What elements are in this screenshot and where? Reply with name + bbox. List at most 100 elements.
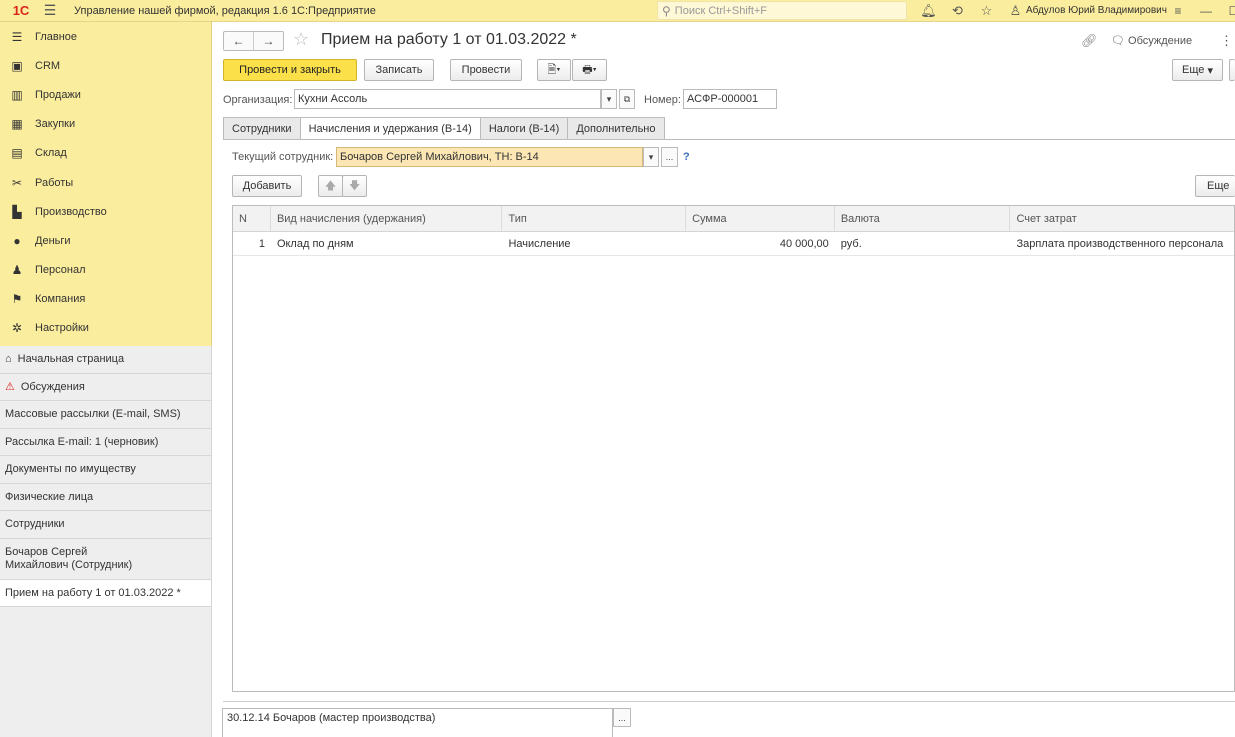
section-personnel[interactable]: ♟ Персонал — [0, 256, 211, 285]
open-window-label: Рассылка E-mail: 1 (черновик) — [5, 435, 159, 448]
open-window-individuals[interactable]: Физические лица — [0, 484, 211, 511]
open-window-label: Обсуждения — [20, 380, 85, 393]
user-name[interactable]: Абдулов Юрий Владимирович — [1026, 0, 1167, 22]
current-employee-field[interactable]: Бочаров Сергей Михайлович, ТН: В-14 — [336, 147, 643, 167]
open-window-employees[interactable]: Сотрудники — [0, 511, 211, 539]
back-arrow-icon[interactable]: ← — [224, 32, 254, 50]
section-settings[interactable]: ✲ Настройки — [0, 314, 211, 343]
help-link[interactable]: ? — [683, 151, 690, 163]
link-icon[interactable]: 🔗︎ — [1081, 33, 1098, 49]
page-title: Прием на работу 1 от 01.03.2022 * — [321, 31, 577, 48]
column-header-account[interactable]: Счет затрат — [1010, 206, 1234, 231]
main-menu-icon[interactable]: ☰ — [40, 0, 60, 22]
section-label: Продажи — [35, 88, 81, 101]
tab-taxes[interactable]: Налоги (В-14) — [479, 117, 569, 140]
tools-icon: ✂ — [11, 175, 23, 190]
top-bar: 1С ☰ Управление нашей фирмой, редакция 1… — [0, 0, 1235, 22]
crm-icon: ▣ — [11, 58, 23, 73]
open-window-label: Сотрудники — [5, 518, 65, 531]
tab-employees[interactable]: Сотрудники — [223, 117, 301, 140]
open-window-discussions[interactable]: ⚠ Обсуждения — [0, 374, 211, 401]
column-header-sum[interactable]: Сумма — [686, 206, 835, 231]
extra-button[interactable] — [1229, 59, 1235, 81]
move-down-icon[interactable]: 🡇 — [342, 175, 367, 197]
comment-field[interactable]: 30.12.14 Бочаров (мастер производства) — [222, 708, 613, 737]
open-window-label: Документы по имуществу — [5, 463, 136, 476]
discussion-button[interactable]: 🗨︎ Обсуждение — [1111, 34, 1192, 47]
column-header-currency[interactable]: Валюта — [835, 206, 1011, 231]
section-crm[interactable]: ▣ CRM — [0, 51, 211, 80]
settings-menu-icon[interactable]: ≡ — [1164, 4, 1192, 18]
open-window-property-docs[interactable]: Документы по имуществу — [0, 456, 211, 484]
favorite-star-icon[interactable]: ☆ — [293, 29, 309, 50]
search-input[interactable]: ⚲ Поиск Ctrl+Shift+F — [657, 1, 907, 20]
more-label: Еще — [1182, 64, 1205, 76]
history-icon[interactable]: ⟲ — [943, 3, 972, 19]
section-main[interactable]: ☰ Главное — [0, 22, 211, 51]
table-header: N Вид начисления (удержания) Тип Сумма В… — [233, 206, 1234, 232]
section-label: Персонал — [35, 264, 86, 277]
add-button[interactable]: Добавить — [232, 175, 302, 197]
column-header-n[interactable]: N — [233, 206, 271, 231]
save-button[interactable]: Записать — [364, 59, 434, 81]
app-logo[interactable]: 1С — [4, 0, 38, 22]
search-icon: ⚲ — [662, 3, 671, 18]
table-more-button[interactable]: Еще — [1195, 175, 1235, 197]
bell-icon[interactable]: 🔔︎ — [914, 3, 943, 19]
cell-kind: Оклад по дням — [276, 237, 354, 250]
organization-field[interactable]: Кухни Ассоль — [294, 89, 601, 109]
gear-icon: ✲ — [11, 321, 23, 336]
open-window-hiring-doc[interactable]: Прием на работу 1 от 01.03.2022 * — [0, 579, 211, 607]
open-icon[interactable]: ⧉ — [619, 89, 635, 109]
more-vertical-icon[interactable]: ⋮ — [1220, 33, 1233, 49]
home-icon: ⌂ — [5, 353, 12, 366]
warning-icon: ⚠ — [5, 381, 15, 394]
maximize-icon[interactable]: ☐ — [1220, 4, 1235, 18]
section-label: Деньги — [35, 234, 71, 247]
section-money[interactable]: ● Деньги — [0, 226, 211, 255]
open-window-mailings[interactable]: Массовые рассылки (E-mail, SMS) — [0, 401, 211, 429]
cell-type: Начисление — [508, 237, 571, 250]
document-create-icon: 🗎▾ — [547, 63, 561, 76]
cell-n: 1 — [258, 237, 265, 250]
column-header-kind[interactable]: Вид начисления (удержания) — [271, 206, 503, 231]
section-sales[interactable]: ▥ Продажи — [0, 80, 211, 109]
column-header-type[interactable]: Тип — [502, 206, 687, 231]
discussion-label: Обсуждение — [1128, 35, 1193, 47]
more-button[interactable]: Еще ▾ — [1172, 59, 1223, 81]
tab-accruals[interactable]: Начисления и удержания (В-14) — [299, 117, 481, 140]
post-button[interactable]: Провести — [450, 59, 522, 81]
print-button[interactable]: 🖶▾ — [572, 59, 607, 81]
purchase-icon: ▦ — [11, 117, 23, 132]
tabs: Сотрудники Начисления и удержания (В-14)… — [223, 117, 665, 140]
cell-currency: руб. — [840, 237, 862, 250]
comment-ellipsis-button[interactable]: ... — [613, 708, 631, 727]
open-window-home[interactable]: ⌂ Начальная страница — [0, 346, 211, 374]
post-and-close-button[interactable]: Провести и закрыть — [223, 59, 357, 81]
number-field[interactable]: АСФР-000001 — [683, 89, 777, 109]
forward-arrow-icon[interactable]: → — [254, 32, 283, 50]
sections-panel: ☰ Главное ▣ CRM ▥ Продажи ▦ Закупки ▤ Склад ✂… — [0, 22, 212, 346]
section-purchases[interactable]: ▦ Закупки — [0, 110, 211, 139]
printer-icon: 🖶▾ — [582, 63, 597, 76]
section-label: Главное — [35, 30, 78, 43]
minimize-icon[interactable]: — — [1192, 4, 1220, 18]
dropdown-icon[interactable]: ▾ — [601, 89, 617, 109]
tab-additional[interactable]: Дополнительно — [567, 117, 665, 140]
top-icons: 🔔︎ ⟲ ☆ ♙ — [914, 0, 1030, 22]
section-warehouse[interactable]: ▤ Склад — [0, 139, 211, 168]
select-ellipsis-button[interactable]: ... — [661, 147, 678, 167]
section-label: Закупки — [35, 118, 76, 131]
section-company[interactable]: ⚑ Компания — [0, 285, 211, 314]
app-title: Управление нашей фирмой, редакция 1.6 1С… — [74, 4, 376, 17]
dropdown-icon[interactable]: ▾ — [643, 147, 659, 167]
open-window-email[interactable]: Рассылка E-mail: 1 (черновик) — [0, 429, 211, 456]
open-window-employee-card[interactable]: Бочаров Сергей Михайлович (Сотрудник) — [0, 539, 211, 580]
section-production[interactable]: ▙ Производство — [0, 197, 211, 226]
table-row[interactable]: 1 Оклад по дням Начисление 40 000,00 руб… — [233, 232, 1234, 256]
move-up-icon[interactable]: 🡅 — [318, 175, 343, 197]
section-works[interactable]: ✂ Работы — [0, 168, 211, 197]
favorites-star-icon[interactable]: ☆ — [972, 3, 1001, 19]
create-based-on-button[interactable]: 🗎▾ — [537, 59, 571, 81]
section-label: Склад — [35, 147, 67, 160]
